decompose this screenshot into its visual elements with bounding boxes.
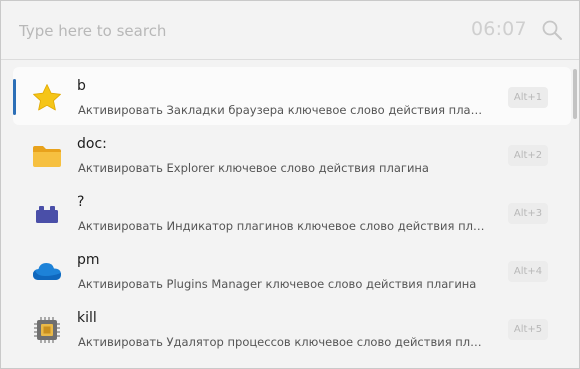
result-item[interactable]: doc: Активировать Explorer ключевое слов…	[13, 125, 571, 183]
search-input[interactable]	[19, 18, 419, 44]
result-subtitle: Активировать Plugins Manager ключевое сл…	[78, 277, 477, 291]
scrollbar-thumb[interactable]	[573, 69, 577, 119]
result-subtitle: Активировать Индикатор плагинов ключевое…	[78, 219, 488, 233]
hotkey-badge: Alt+4	[508, 261, 548, 282]
result-item[interactable]: ? Активировать Индикатор плагинов ключев…	[13, 183, 571, 241]
result-title: pm	[77, 252, 100, 268]
result-item[interactable]: kill Активировать Удалятор процессов клю…	[13, 299, 571, 357]
hotkey-badge: Alt+1	[508, 87, 548, 108]
launcher-window: 06:07 b Активировать Закладки браузера к…	[0, 0, 580, 369]
plugin-block-icon	[36, 206, 58, 223]
result-title: ?	[77, 194, 85, 210]
search-bar: 06:07	[1, 1, 579, 60]
clock: 06:07	[471, 18, 527, 40]
search-icon[interactable]	[541, 19, 563, 41]
result-subtitle: Активировать Удалятор процессов ключевое…	[78, 335, 488, 349]
result-subtitle: Активировать Explorer ключевое слово дей…	[78, 161, 429, 175]
result-title: kill	[77, 310, 97, 326]
result-subtitle: Активировать Закладки браузера ключевое …	[78, 103, 488, 117]
hotkey-badge: Alt+2	[508, 145, 548, 166]
selection-indicator	[13, 79, 16, 115]
hotkey-badge: Alt+5	[508, 319, 548, 340]
star-icon	[33, 84, 61, 111]
result-item[interactable]: pm Активировать Plugins Manager ключевое…	[13, 241, 571, 299]
hotkey-badge: Alt+3	[508, 203, 548, 224]
cpu-chip-icon	[34, 317, 60, 343]
result-item[interactable]: b Активировать Закладки браузера ключево…	[13, 67, 571, 125]
cloud-icon	[33, 263, 61, 280]
result-title: b	[77, 78, 86, 94]
result-title: doc:	[77, 136, 107, 152]
folder-icon	[33, 146, 61, 167]
